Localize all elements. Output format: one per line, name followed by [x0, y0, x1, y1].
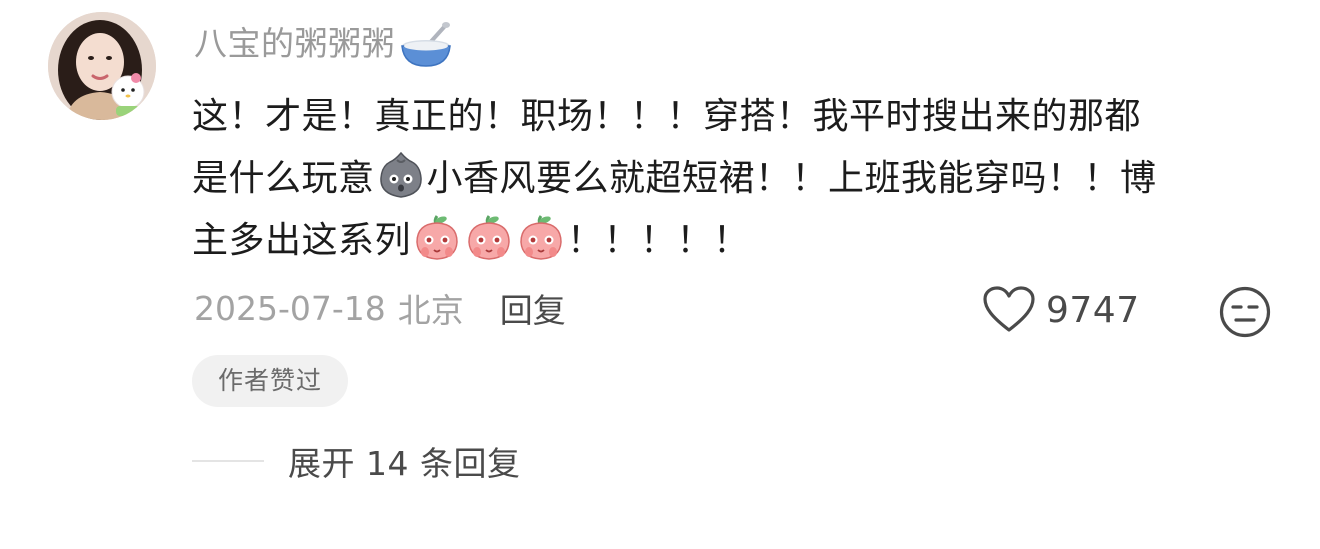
comment-line-2-part-b: 小香风要么就超短裙！！上班我能穿吗！！博 — [426, 158, 1157, 199]
comment-line-3: 主多出这系列 ！！！！！ — [192, 210, 1272, 272]
pink-peach-face-emoji-icon — [516, 212, 566, 262]
comment-line-3-part-a: 主多出这系列 — [192, 220, 412, 261]
like-count: 9747 — [1046, 289, 1140, 331]
comment-date: 2025-07-18 — [194, 288, 386, 328]
comment-location: 北京 — [397, 291, 464, 330]
username[interactable]: 八宝的粥粥粥 — [194, 18, 395, 70]
bowl-with-spoon-emoji-icon — [399, 20, 453, 68]
avatar-icon — [48, 12, 156, 120]
expand-replies-label: 展开 14 条回复 — [288, 444, 521, 483]
pink-peach-face-emoji-icon — [412, 212, 462, 262]
heart-outline-icon — [983, 286, 1035, 332]
expand-divider — [192, 460, 264, 462]
comment-line-2-part-a: 是什么玩意 — [192, 158, 375, 199]
comment-line-1: 这！才是！真正的！职场！！！穿搭！我平时搜出来的那都 — [192, 96, 1142, 137]
comment-line-3-part-b: ！！！！！ — [567, 220, 750, 261]
comment-item: 八宝的粥粥粥 这！才是！真正的！职场！！！穿搭！我平时搜出来的那都 是什么玩意 — [0, 0, 1320, 549]
username-row: 八宝的粥粥粥 — [194, 18, 453, 70]
grey-rock-face-emoji-icon — [376, 150, 426, 200]
neutral-face-icon[interactable] — [1218, 285, 1272, 339]
author-liked-badge: 作者赞过 — [192, 355, 348, 407]
user-avatar[interactable] — [48, 12, 156, 120]
expand-replies-button[interactable]: 展开 14 条回复 — [192, 436, 520, 486]
pink-peach-face-emoji-icon — [464, 212, 514, 262]
like-button[interactable]: 9747 — [982, 282, 1140, 338]
comment-meta: 2025-07-18 北京 回复 — [194, 282, 566, 334]
comment-text: 这！才是！真正的！职场！！！穿搭！我平时搜出来的那都 是什么玩意 小香风要么就超… — [192, 86, 1272, 272]
comment-line-2: 是什么玩意 小香风要么就超短裙！！上班我能穿吗！！博 — [192, 148, 1272, 210]
reply-button[interactable]: 回复 — [500, 284, 566, 332]
